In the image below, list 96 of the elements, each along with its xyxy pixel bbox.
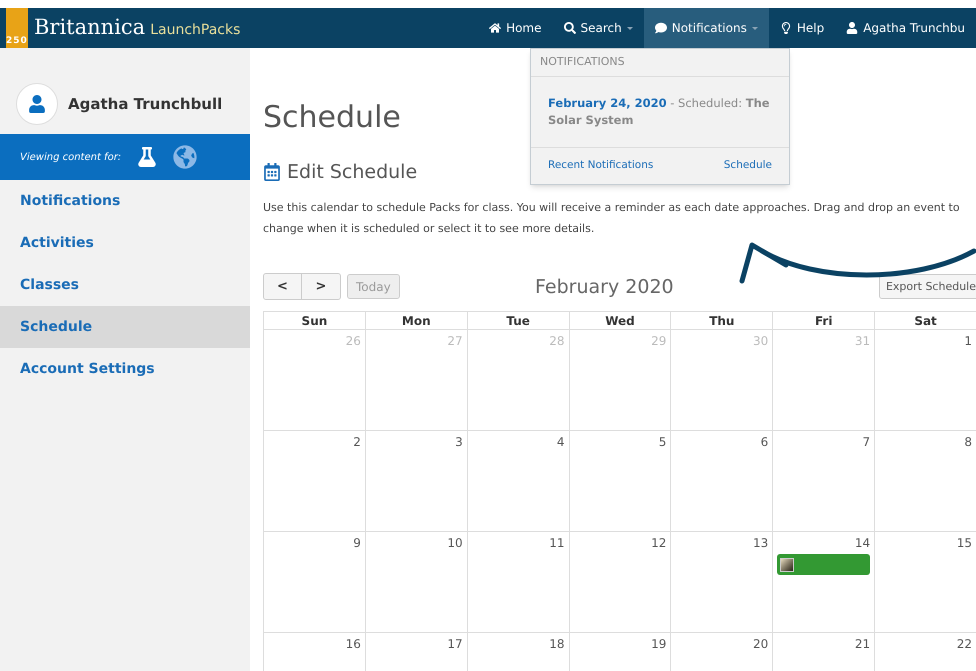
caret-icon — [626, 26, 633, 30]
day-number: 15 — [956, 535, 972, 552]
nav-item[interactable]: Home — [478, 8, 552, 48]
weekday-header: Sat — [875, 312, 976, 330]
day-number: 27 — [446, 333, 463, 350]
weekday-header: Thu — [671, 312, 774, 330]
day-number: 31 — [854, 333, 870, 350]
recent-notifications-link[interactable]: Recent Notifications — [548, 158, 654, 174]
section-title: Edit Schedule — [287, 160, 418, 185]
day-number: 2 — [352, 434, 361, 451]
sidebar-item[interactable]: Schedule — [0, 306, 250, 348]
calendar-event[interactable] — [777, 554, 870, 575]
day-number: 19 — [650, 636, 666, 653]
description-text: Use this calendar to schedule Packs for class. You will receive a reminder as each date approaches. Drag and drop an event to change when it is scheduled or select it to see more details. — [263, 200, 961, 236]
weekday-header: Fri — [773, 312, 876, 330]
notification-text[interactable]: February 24, 2020 - Scheduled: The Solar System — [548, 95, 772, 129]
day-number: 22 — [956, 636, 972, 653]
caret-icon — [752, 26, 758, 30]
flask-icon[interactable] — [137, 147, 158, 167]
day-cell[interactable]: 19 — [570, 633, 672, 671]
calendar-icon — [263, 163, 281, 182]
day-number: 16 — [344, 636, 361, 653]
nav-item[interactable]: Agatha Trunchbu — [835, 8, 976, 48]
lightbulb-icon — [780, 22, 792, 34]
day-number: 21 — [854, 636, 870, 653]
day-number: 30 — [752, 333, 768, 350]
day-number: 8 — [963, 434, 972, 451]
viewing-label: Viewing content for: — [20, 150, 122, 164]
day-number: 4 — [556, 434, 565, 451]
day-cell[interactable]: 17 — [366, 633, 468, 671]
day-number: 17 — [446, 636, 463, 653]
day-cell[interactable]: 16 — [264, 633, 366, 671]
page-title: Schedule — [263, 99, 401, 137]
day-cell[interactable]: 13 — [671, 532, 774, 633]
day-number: 28 — [548, 333, 565, 350]
user-icon — [846, 22, 858, 34]
schedule-link[interactable]: Schedule — [724, 158, 772, 174]
day-cell[interactable]: 4 — [468, 431, 570, 532]
dropdown-header: NOTIFICATIONS — [531, 49, 789, 77]
export-schedule-button[interactable]: Export Schedule — [878, 274, 976, 300]
day-number: 10 — [446, 535, 463, 552]
day-cell[interactable]: 7 — [773, 431, 876, 532]
day-number: 5 — [658, 434, 666, 451]
nav-item[interactable]: Notifications — [644, 8, 769, 48]
next-month-button[interactable]: > — [302, 274, 340, 300]
weekday-header: Sun — [264, 312, 366, 330]
nav-item[interactable]: Search — [552, 8, 644, 48]
day-cell[interactable]: 12 — [570, 532, 672, 633]
day-number: 1 — [963, 333, 972, 350]
day-cell[interactable]: 1 — [875, 330, 976, 431]
badge-number: 250 — [6, 37, 28, 48]
day-number: 9 — [352, 535, 361, 552]
day-number: 20 — [752, 636, 768, 653]
weekday-header: Tue — [468, 312, 570, 330]
day-number: 7 — [862, 434, 870, 451]
day-number: 11 — [548, 535, 565, 552]
day-number: 13 — [752, 535, 768, 552]
day-number: 29 — [650, 333, 666, 350]
brand-name: Britannica — [34, 14, 146, 42]
weekday-header: Wed — [570, 312, 672, 330]
day-cell[interactable]: 5 — [570, 431, 672, 532]
globe-icon[interactable] — [173, 145, 198, 169]
previous-month-button[interactable]: < — [264, 274, 302, 300]
product-name: LaunchPacks — [150, 20, 240, 40]
nav-item[interactable]: Help — [768, 8, 836, 48]
day-number: 26 — [344, 333, 361, 350]
day-cell[interactable]: 18 — [468, 633, 570, 671]
home-icon — [489, 22, 502, 34]
weekday-header: Mon — [366, 312, 468, 330]
thumbnail-placeholder — [780, 558, 794, 572]
day-cell[interactable]: 11 — [468, 532, 570, 633]
day-cell[interactable]: 14 — [773, 532, 876, 633]
avatar-icon — [16, 83, 58, 125]
day-number: 12 — [650, 535, 666, 552]
day-number: 14 — [854, 535, 870, 552]
day-cell[interactable]: 22 — [875, 633, 976, 671]
day-number: 18 — [548, 636, 565, 653]
user-name: Agatha Trunchbull — [68, 94, 222, 115]
day-cell[interactable]: 15 — [875, 532, 976, 633]
day-cell[interactable]: 21 — [773, 633, 876, 671]
speech-bubble-icon — [654, 22, 667, 34]
day-cell[interactable]: 8 — [875, 431, 976, 532]
day-cell[interactable]: 6 — [671, 431, 774, 532]
sidebar-item[interactable]: Classes — [0, 264, 250, 306]
sidebar-item[interactable]: Account Settings — [0, 348, 250, 390]
month-title: February 2020 — [535, 274, 674, 300]
sidebar-item[interactable]: Notifications — [0, 180, 250, 222]
day-cell[interactable]: 9 — [264, 532, 366, 633]
search-icon — [564, 22, 576, 34]
day-number: 6 — [760, 434, 768, 451]
day-number: 3 — [454, 434, 463, 451]
sidebar-item[interactable]: Activities — [0, 222, 250, 264]
day-cell[interactable]: 3 — [366, 431, 468, 532]
day-cell[interactable]: 2 — [264, 431, 366, 532]
day-cell[interactable]: 10 — [366, 532, 468, 633]
day-cell[interactable]: 20 — [671, 633, 774, 671]
